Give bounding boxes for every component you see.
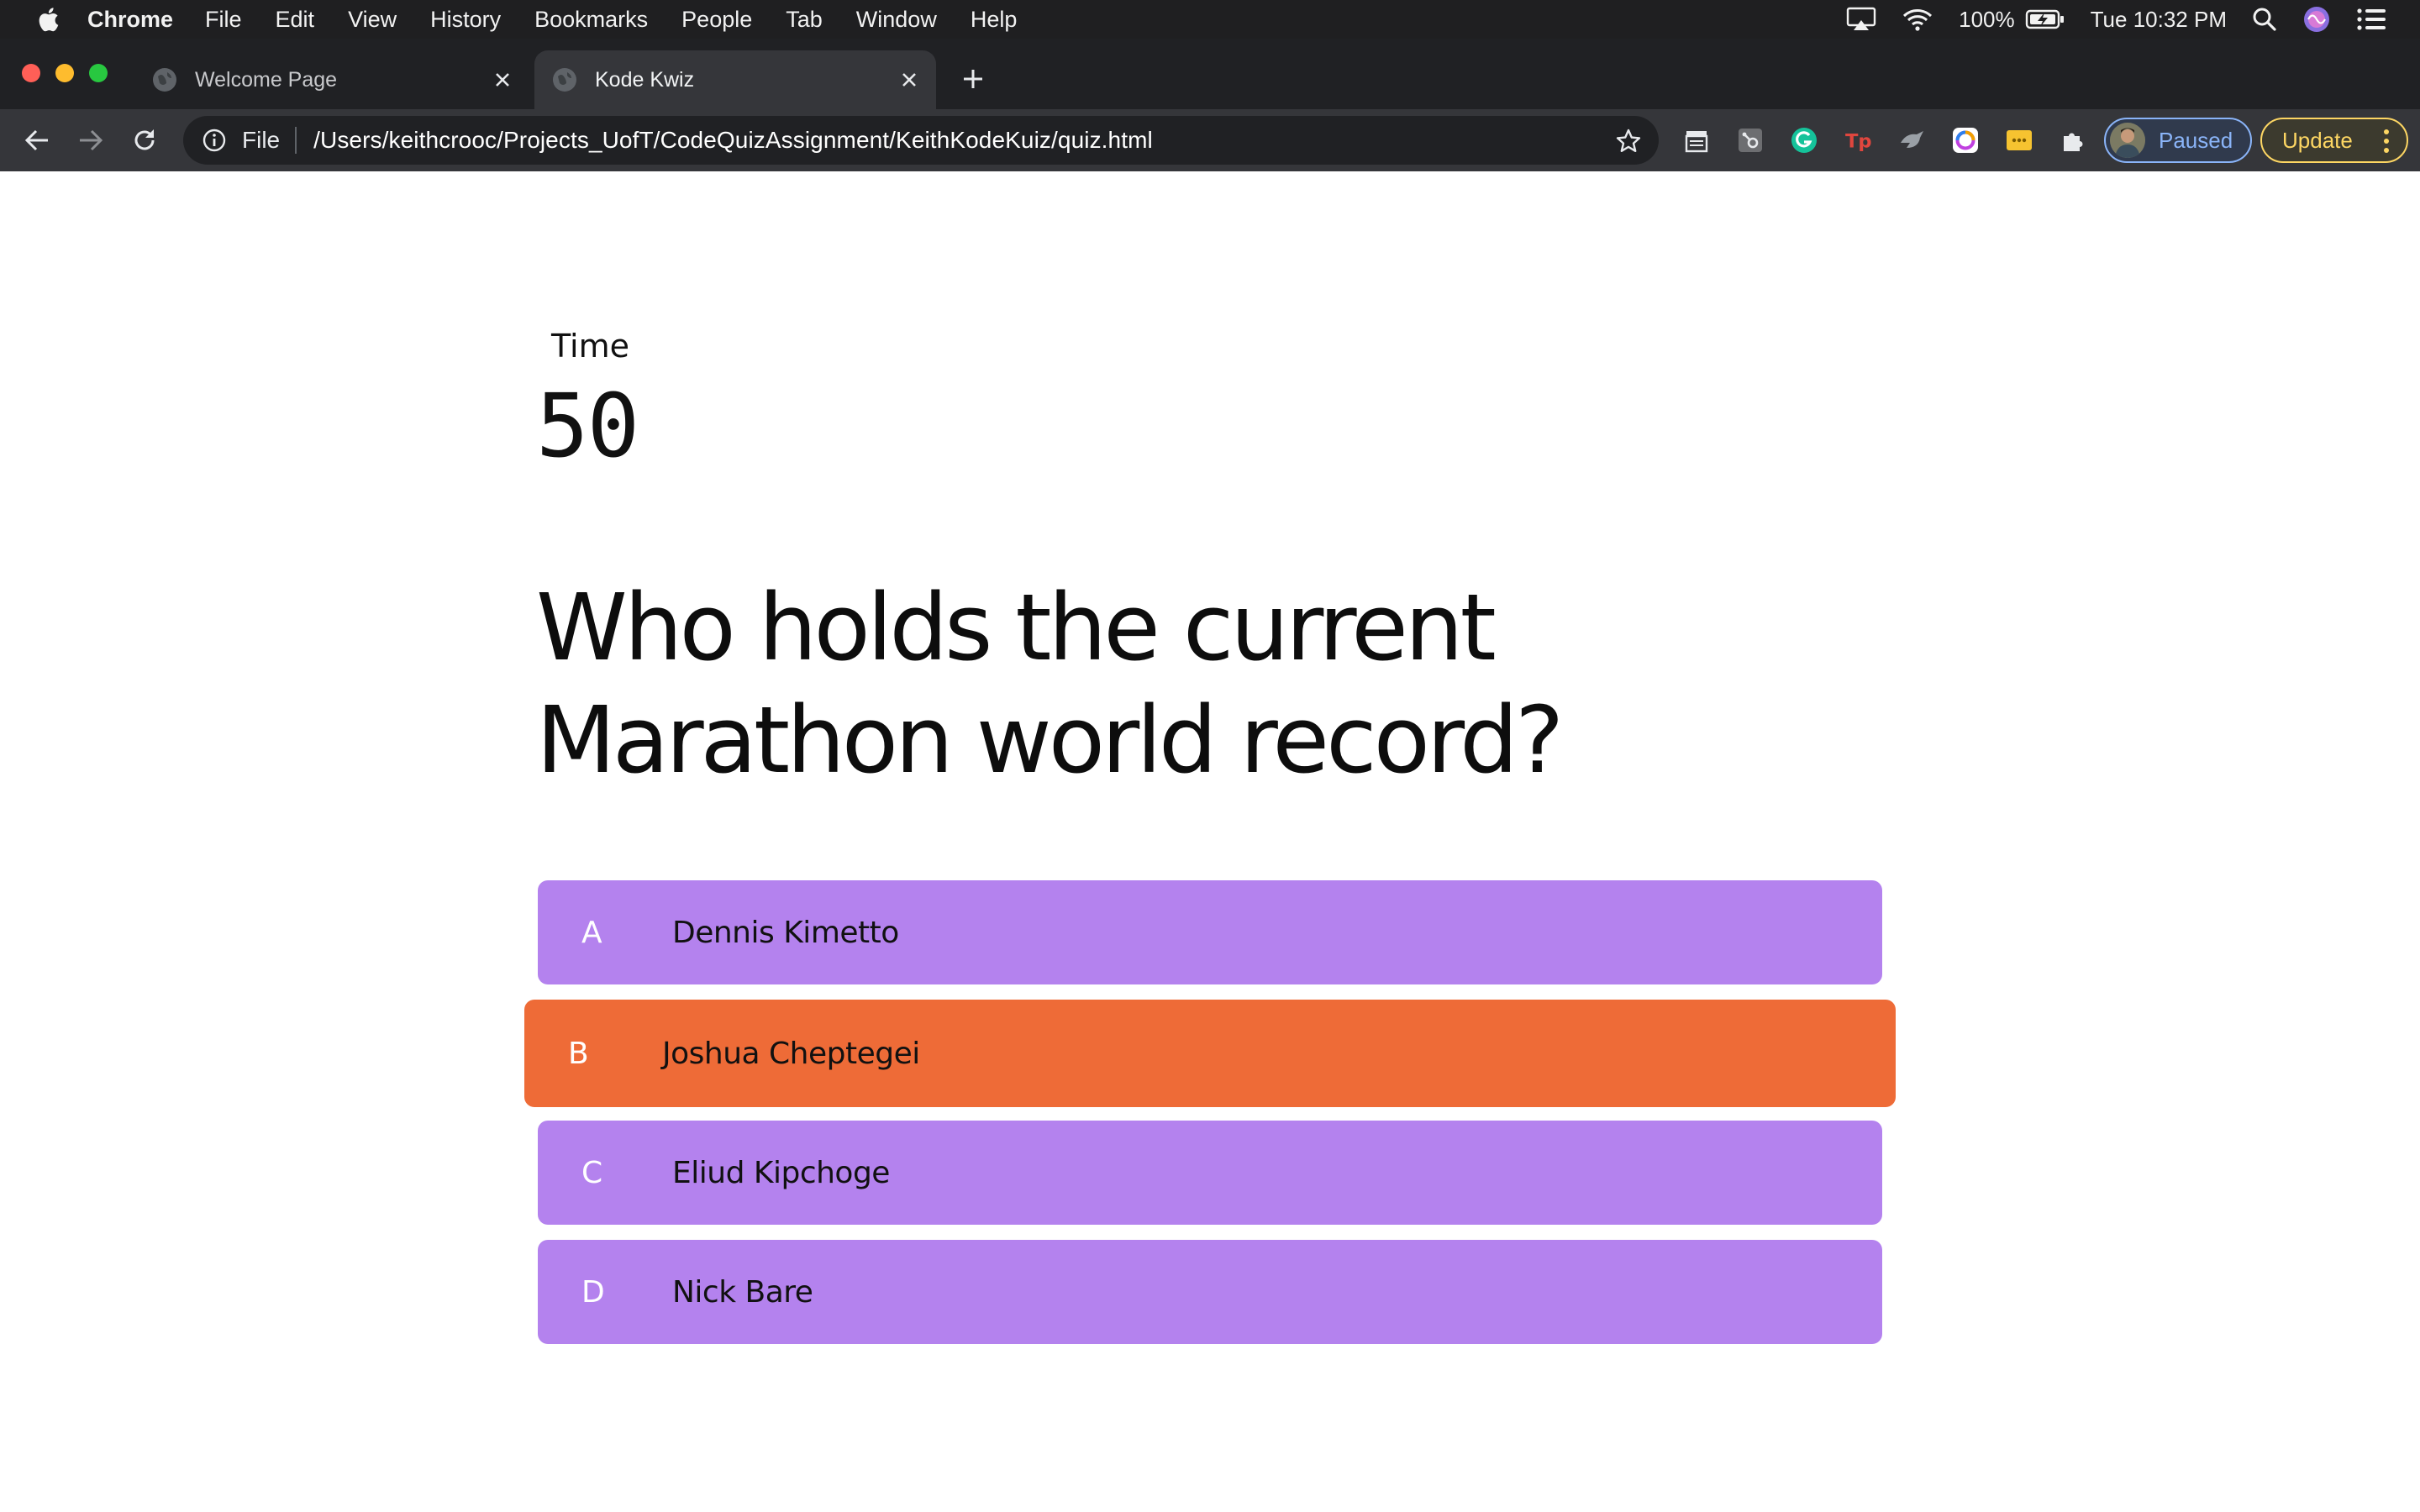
timer-value: 50 bbox=[536, 375, 639, 477]
answer-option-c[interactable]: C Eliud Kipchoge bbox=[538, 1121, 1882, 1225]
answer-option-b[interactable]: B Joshua Cheptegei bbox=[524, 1000, 1896, 1107]
menu-window[interactable]: Window bbox=[856, 7, 937, 33]
answer-text: Nick Bare bbox=[672, 1274, 813, 1310]
new-tab-plus-icon[interactable] bbox=[956, 62, 990, 96]
forward-arrow-icon[interactable] bbox=[74, 123, 108, 157]
extension-grammarly-icon[interactable] bbox=[1791, 127, 1818, 154]
menu-app-chrome[interactable]: Chrome bbox=[87, 7, 173, 33]
siri-icon[interactable] bbox=[2302, 5, 2331, 34]
tab-kode-kwiz[interactable]: Kode Kwiz bbox=[534, 50, 936, 109]
window-close-button[interactable] bbox=[22, 64, 40, 82]
answer-letter: C bbox=[581, 1155, 603, 1190]
answer-option-d[interactable]: D Nick Bare bbox=[538, 1240, 1882, 1344]
notification-center-icon[interactable] bbox=[2356, 8, 2386, 31]
address-bar[interactable]: File /Users/keithcrooc/Projects_UofT/Cod… bbox=[183, 116, 1659, 165]
profile-status-label: Paused bbox=[2159, 127, 2233, 153]
close-tab-icon[interactable] bbox=[486, 63, 519, 97]
tab-title: Welcome Page bbox=[195, 67, 338, 92]
window-zoom-button[interactable] bbox=[89, 64, 108, 82]
menu-history[interactable]: History bbox=[430, 7, 501, 33]
menu-bookmarks[interactable]: Bookmarks bbox=[534, 7, 648, 33]
reload-icon[interactable] bbox=[128, 123, 161, 157]
window-controls bbox=[22, 64, 108, 82]
menubar-clock[interactable]: Tue 10:32 PM bbox=[2091, 7, 2227, 33]
extension-clapper-icon[interactable] bbox=[1683, 127, 1710, 154]
profile-button[interactable]: Paused bbox=[2104, 118, 2252, 163]
globe-icon bbox=[553, 68, 576, 92]
answer-letter: D bbox=[581, 1274, 605, 1310]
bookmark-star-icon[interactable] bbox=[1615, 128, 1642, 155]
timer-label: Time bbox=[551, 328, 629, 365]
quiz-page: Time 50 Who holds the current Marathon w… bbox=[0, 171, 2420, 1512]
avatar bbox=[2110, 123, 2145, 158]
answer-text: Joshua Cheptegei bbox=[662, 1036, 920, 1071]
battery-percent: 100% bbox=[1959, 6, 2015, 32]
question-text: Who holds the current Marathon world rec… bbox=[536, 574, 1564, 794]
answer-letter: A bbox=[581, 915, 602, 950]
url-scheme-label: File bbox=[242, 127, 281, 153]
extensions-puzzle-icon[interactable] bbox=[2060, 127, 2086, 154]
back-arrow-icon[interactable] bbox=[20, 123, 54, 157]
extension-yellow-dots-icon[interactable] bbox=[2006, 127, 2033, 154]
menu-help[interactable]: Help bbox=[971, 7, 1018, 33]
answer-option-a[interactable]: A Dennis Kimetto bbox=[538, 880, 1882, 984]
answer-text: Eliud Kipchoge bbox=[672, 1155, 890, 1190]
spotlight-icon[interactable] bbox=[2252, 7, 2277, 32]
answer-text: Dennis Kimetto bbox=[672, 915, 899, 950]
kebab-menu-icon[interactable] bbox=[2378, 128, 2395, 155]
info-icon[interactable] bbox=[202, 128, 227, 153]
globe-icon bbox=[153, 68, 176, 92]
window-minimize-button[interactable] bbox=[55, 64, 74, 82]
tab-welcome-page[interactable]: Welcome Page bbox=[143, 50, 529, 109]
airplay-icon[interactable] bbox=[1846, 7, 1876, 32]
tab-title: Kode Kwiz bbox=[595, 67, 695, 92]
macos-menu-bar: Chrome File Edit View History Bookmarks … bbox=[0, 0, 2420, 39]
answer-letter: B bbox=[568, 1036, 589, 1071]
apple-menu-icon[interactable] bbox=[34, 4, 60, 34]
menu-tab[interactable]: Tab bbox=[786, 7, 823, 33]
extension-color-ring-icon[interactable] bbox=[1952, 127, 1979, 154]
menu-people[interactable]: People bbox=[681, 7, 752, 33]
extension-tp-icon[interactable]: Tp bbox=[1844, 127, 1871, 154]
update-button[interactable]: Update bbox=[2260, 118, 2408, 163]
close-tab-icon[interactable] bbox=[892, 63, 926, 97]
extension-bird-icon[interactable] bbox=[1898, 127, 1925, 154]
update-label: Update bbox=[2282, 127, 2353, 153]
battery-icon[interactable] bbox=[2025, 8, 2065, 30]
svg-text:Tp: Tp bbox=[1845, 130, 1871, 152]
browser-toolbar: File /Users/keithcrooc/Projects_UofT/Cod… bbox=[0, 109, 2420, 171]
url-divider bbox=[295, 127, 297, 154]
wifi-icon[interactable] bbox=[1902, 8, 1933, 31]
extension-hubspot-icon[interactable] bbox=[1737, 127, 1764, 154]
url-text[interactable]: /Users/keithcrooc/Projects_UofT/CodeQuiz… bbox=[313, 127, 1153, 154]
menu-edit[interactable]: Edit bbox=[276, 7, 315, 33]
menu-view[interactable]: View bbox=[348, 7, 397, 33]
menu-file[interactable]: File bbox=[205, 7, 242, 33]
tab-strip: Welcome Page Kode Kwiz bbox=[0, 39, 2420, 109]
